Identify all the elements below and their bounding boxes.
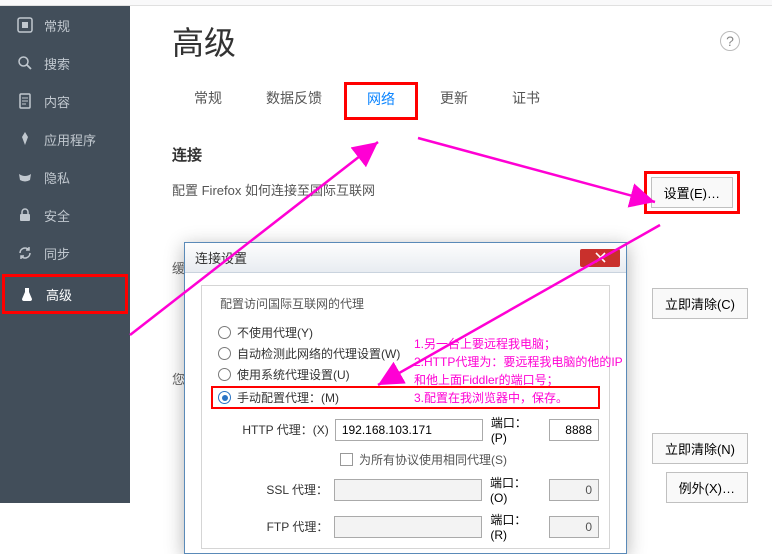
tab-network[interactable]: 网络: [344, 82, 418, 120]
search-icon: [16, 55, 34, 71]
ssl-port-input: [549, 479, 599, 501]
ftp-proxy-input: [334, 516, 482, 538]
radio-manual-proxy[interactable]: 手动配置代理：(M): [212, 387, 599, 408]
sidebar-item-label: 内容: [44, 92, 70, 111]
radio-icon: [218, 347, 231, 360]
help-icon[interactable]: ?: [720, 31, 740, 51]
lock-icon: [16, 207, 34, 223]
sync-icon: [16, 245, 34, 261]
sidebar-item-privacy[interactable]: 隐私: [0, 158, 130, 196]
ftp-port-label: 端口：(R): [490, 511, 541, 542]
document-icon: [16, 93, 34, 109]
sidebar-item-sync[interactable]: 同步: [0, 234, 130, 272]
exceptions-button[interactable]: 例外(X)…: [666, 472, 748, 503]
ssl-proxy-input: [334, 479, 482, 501]
tab-update[interactable]: 更新: [418, 82, 490, 120]
same-proxy-checkbox-row[interactable]: 为所有协议使用相同代理(S): [340, 451, 599, 468]
clear-now-c-button[interactable]: 立即清除(C): [652, 288, 748, 319]
connection-desc: 配置 Firefox 如何连接至国际互联网: [172, 180, 375, 199]
dialog-titlebar[interactable]: 连接设置: [185, 243, 626, 273]
sidebar-item-advanced[interactable]: 高级: [2, 274, 128, 314]
http-port-input[interactable]: [549, 419, 599, 441]
flask-icon: [18, 286, 36, 302]
sidebar-item-label: 安全: [44, 206, 70, 225]
tab-general[interactable]: 常规: [172, 82, 244, 120]
sidebar-item-label: 常规: [44, 16, 70, 35]
ssl-port-label: 端口：(O): [490, 474, 541, 505]
sidebar-item-search[interactable]: 搜索: [0, 44, 130, 82]
general-icon: [16, 17, 34, 33]
tabs: 常规 数据反馈 网络 更新 证书: [172, 82, 740, 120]
radio-icon: [218, 368, 231, 381]
radio-label: 手动配置代理：(M): [237, 389, 339, 406]
sidebar-item-content[interactable]: 内容: [0, 82, 130, 120]
rocket-icon: [16, 131, 34, 147]
radio-system-proxy[interactable]: 使用系统代理设置(U): [212, 366, 599, 383]
radio-icon: [218, 326, 231, 339]
radio-label: 不使用代理(Y): [237, 324, 313, 341]
sidebar: 常规 搜索 内容 应用程序 隐私 安全 同步 高级: [0, 6, 130, 503]
ftp-proxy-label: FTP 代理：: [240, 518, 328, 535]
radio-no-proxy[interactable]: 不使用代理(Y): [212, 324, 599, 341]
sidebar-item-general[interactable]: 常规: [0, 6, 130, 44]
http-proxy-row: HTTP 代理：(X) 端口：(P): [240, 414, 599, 445]
tab-certificates[interactable]: 证书: [490, 82, 562, 120]
same-proxy-label: 为所有协议使用相同代理(S): [359, 451, 507, 468]
proxy-group-title: 配置访问国际互联网的代理: [216, 295, 368, 312]
radio-label: 自动检测此网络的代理设置(W): [237, 345, 400, 362]
radio-label: 使用系统代理设置(U): [237, 366, 350, 383]
ftp-port-input: [549, 516, 599, 538]
radio-auto-detect[interactable]: 自动检测此网络的代理设置(W): [212, 345, 599, 362]
dialog-close-button[interactable]: [580, 249, 620, 267]
sidebar-item-label: 隐私: [44, 168, 70, 187]
clear-now-n-button[interactable]: 立即清除(N): [652, 433, 748, 464]
checkbox-icon: [340, 453, 353, 466]
sidebar-item-applications[interactable]: 应用程序: [0, 120, 130, 158]
http-port-label: 端口：(P): [491, 414, 541, 445]
radio-icon: [218, 391, 231, 404]
ssl-proxy-row: SSL 代理： 端口：(O): [240, 474, 599, 505]
ftp-proxy-row: FTP 代理： 端口：(R): [240, 511, 599, 542]
dialog-title: 连接设置: [195, 248, 247, 267]
http-proxy-label: HTTP 代理：(X): [240, 421, 329, 438]
proxy-groupbox: 配置访问国际互联网的代理 不使用代理(Y) 自动检测此网络的代理设置(W) 使用…: [201, 285, 610, 549]
settings-button[interactable]: 设置(E)…: [651, 177, 733, 208]
sidebar-item-label: 应用程序: [44, 130, 96, 149]
page-title: 高级: [172, 18, 236, 64]
mask-icon: [16, 169, 34, 185]
sidebar-item-label: 高级: [46, 285, 72, 304]
sidebar-item-security[interactable]: 安全: [0, 196, 130, 234]
connection-settings-dialog: 连接设置 配置访问国际互联网的代理 不使用代理(Y) 自动检测此网络的代理设置(…: [184, 242, 627, 554]
connection-heading: 连接: [172, 144, 740, 165]
ssl-proxy-label: SSL 代理：: [240, 481, 328, 498]
sidebar-item-label: 搜索: [44, 54, 70, 73]
sidebar-item-label: 同步: [44, 244, 70, 263]
tab-datafeedback[interactable]: 数据反馈: [244, 82, 344, 120]
http-proxy-input[interactable]: [335, 419, 483, 441]
